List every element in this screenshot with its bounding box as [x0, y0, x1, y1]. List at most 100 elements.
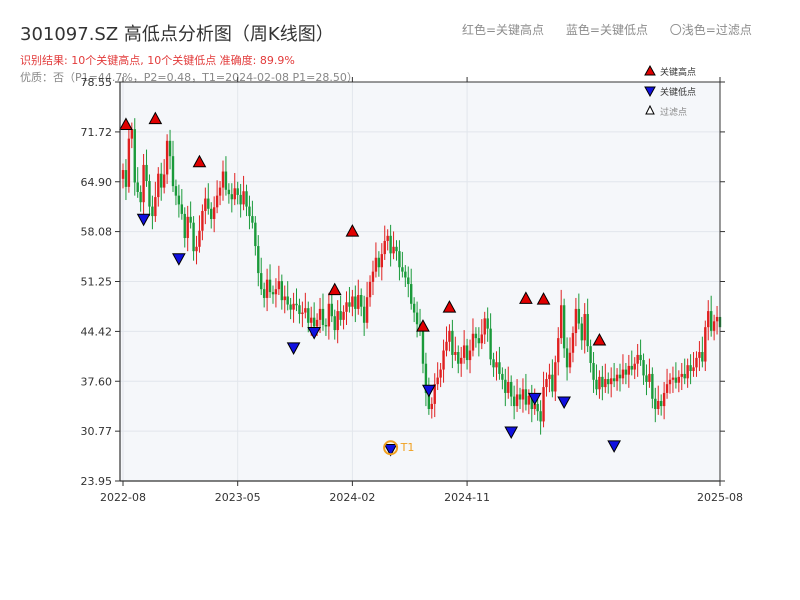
candle-body	[286, 296, 289, 305]
candle-body	[642, 360, 645, 376]
candle-body	[480, 334, 483, 344]
candle-body	[598, 376, 601, 390]
candle-body	[715, 316, 719, 322]
x-tick-label: 2022-08	[100, 491, 146, 504]
candle-body	[148, 181, 151, 207]
candle-body	[262, 289, 266, 298]
candle-body	[624, 369, 628, 375]
candle-body	[454, 352, 457, 355]
candle-body	[695, 357, 698, 368]
candle-body	[289, 304, 292, 310]
candle-body	[333, 316, 336, 331]
y-tick-label: 58.08	[81, 226, 113, 239]
x-tick-label: 2024-11	[444, 491, 490, 504]
candle-body	[348, 302, 351, 307]
candle-body	[383, 240, 386, 255]
candle-body	[321, 308, 325, 325]
candle-body	[310, 317, 313, 323]
candle-body	[271, 292, 275, 295]
t1-label: T1	[400, 441, 415, 454]
candle-body	[651, 373, 654, 399]
legend-high-label: 关键高点	[660, 66, 696, 78]
candle-body	[645, 375, 648, 382]
candle-body	[421, 330, 425, 364]
candle-body	[401, 267, 404, 272]
candlestick-chart: T1 23.95 30.77 37.60 44.42 51.25 58.08 64.90 71…	[81, 64, 743, 504]
candle-body	[648, 373, 651, 382]
legend-filtered-label: 过滤点	[660, 106, 687, 118]
candle-body	[307, 308, 310, 323]
candle-body	[571, 333, 575, 353]
candle-body	[380, 254, 383, 268]
candle-body	[324, 324, 328, 327]
candle-body	[512, 396, 516, 407]
candle-body	[707, 311, 710, 328]
candle-body	[386, 235, 389, 241]
candle-body	[268, 279, 272, 293]
candle-body	[554, 362, 557, 392]
candle-body	[654, 398, 657, 410]
candle-body	[515, 394, 519, 407]
candle-body	[448, 330, 451, 342]
candle-body	[145, 164, 148, 182]
candle-body	[251, 216, 254, 223]
candle-body	[301, 312, 304, 315]
candle-body	[395, 246, 398, 252]
candle-body	[218, 187, 222, 196]
candle-body	[142, 164, 145, 203]
candle-body	[701, 352, 704, 362]
candle-body	[607, 379, 610, 385]
candle-body	[621, 369, 625, 379]
candle-body	[245, 191, 248, 207]
candle-body	[498, 362, 501, 374]
candle-body	[509, 381, 513, 397]
candle-body	[442, 350, 445, 370]
candle-body	[233, 188, 236, 200]
candle-body	[315, 319, 319, 327]
candle-body	[371, 271, 375, 282]
candle-body	[527, 395, 531, 405]
candle-body	[374, 257, 378, 272]
candle-body	[174, 186, 178, 196]
candle-body	[207, 198, 210, 209]
y-tick-label: 71.72	[81, 126, 113, 139]
candle-body	[665, 384, 669, 393]
candle-body	[548, 374, 551, 380]
candle-body	[583, 314, 586, 341]
candle-body	[404, 271, 407, 278]
candle-body	[392, 246, 395, 254]
candle-body	[136, 182, 139, 192]
candle-body	[139, 191, 142, 203]
candle-body	[351, 296, 354, 307]
candle-body	[398, 251, 401, 268]
candle-body	[439, 369, 442, 378]
grid-lines	[120, 81, 721, 482]
y-tick-label: 51.25	[81, 276, 113, 289]
candle-body	[671, 377, 675, 380]
candle-body	[168, 140, 172, 157]
candle-body	[557, 338, 560, 363]
candle-body	[677, 376, 681, 383]
candle-body	[121, 170, 125, 179]
candle-body	[201, 210, 204, 231]
candle-body	[612, 378, 616, 382]
candle-body	[283, 296, 286, 301]
y-tick-label: 37.60	[81, 375, 113, 388]
candle-body	[157, 173, 160, 198]
candle-body	[186, 216, 189, 239]
candle-body	[609, 378, 613, 385]
candle-body	[212, 207, 216, 220]
candle-body	[601, 376, 604, 388]
candle-body	[539, 411, 542, 422]
candle-body	[698, 352, 701, 358]
candle-body	[683, 373, 686, 379]
x-tick-label: 2025-08	[697, 491, 743, 504]
candle-body	[127, 138, 131, 187]
candle-body	[615, 374, 619, 382]
y-tick-label: 64.90	[81, 176, 113, 189]
legend-low-label: 关键低点	[660, 86, 696, 98]
candle-body	[501, 373, 504, 380]
candle-body	[565, 348, 569, 368]
candle-body	[580, 323, 583, 341]
candle-body	[562, 305, 566, 349]
